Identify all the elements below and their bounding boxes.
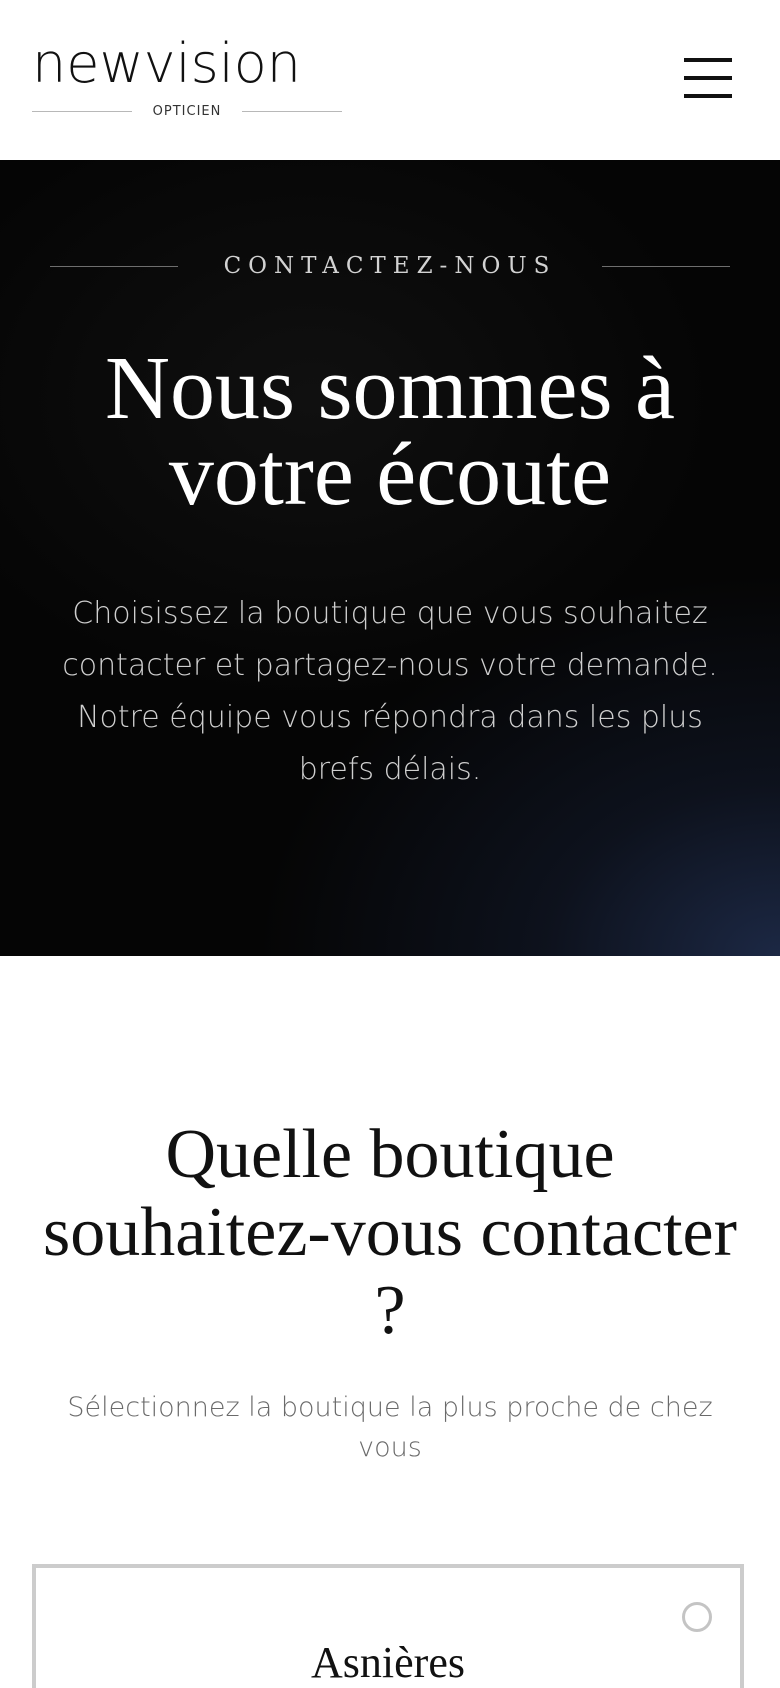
- hamburger-menu-icon[interactable]: [684, 56, 732, 100]
- logo-divider-left: [32, 110, 132, 112]
- hamburger-bar: [684, 94, 732, 98]
- store-name: Asnières: [311, 1638, 465, 1687]
- hero-eyebrow: CONTACTEZ-NOUS: [50, 252, 730, 280]
- store-option-asnieres[interactable]: Asnières: [32, 1564, 744, 1688]
- hamburger-bar: [684, 76, 732, 80]
- eyebrow-divider-right: [602, 265, 730, 267]
- store-section-subtitle: Sélectionnez la boutique la plus proche …: [67, 1392, 713, 1463]
- eyebrow-divider-left: [50, 265, 178, 267]
- eyebrow-label: CONTACTEZ-NOUS: [223, 253, 557, 279]
- logo-subtitle-row: OPTICIEN: [32, 102, 342, 120]
- site-header: newvision OPTICIEN: [0, 0, 780, 160]
- store-radio-button[interactable]: [682, 1602, 712, 1632]
- hamburger-bar: [684, 58, 732, 62]
- contact-hero: CONTACTEZ-NOUS Nous sommes à votre écout…: [0, 160, 780, 956]
- store-section-title: Quelle boutique souhaitez-vous contacter…: [43, 1116, 737, 1349]
- logo-wordmark: newvision: [32, 32, 301, 95]
- logo-divider-right: [241, 110, 342, 112]
- logo-subtitle: OPTICIEN: [152, 103, 222, 119]
- hero-title: Nous sommes à votre écoute: [105, 339, 675, 524]
- brand-logo[interactable]: newvision OPTICIEN: [32, 36, 342, 120]
- hero-description: Choisissez la boutique que vous souhaite…: [62, 596, 718, 787]
